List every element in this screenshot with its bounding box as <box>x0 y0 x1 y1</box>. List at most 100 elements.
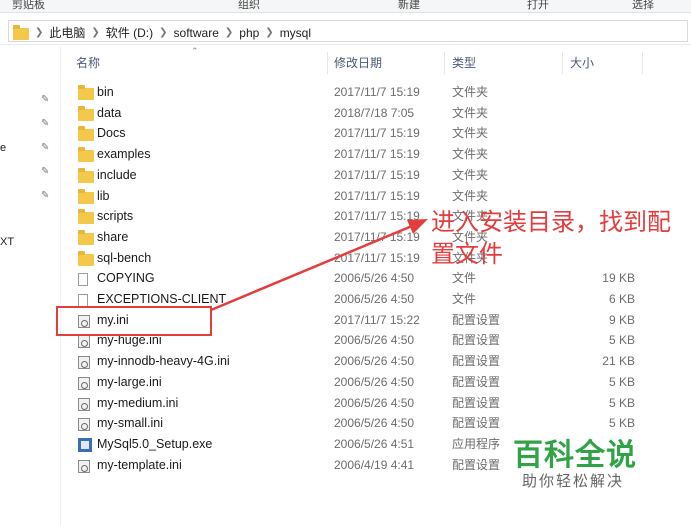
file-row[interactable]: include 2017/11/7 15:19 文件夹 <box>0 165 691 185</box>
ribbon-group-select[interactable]: 选择 <box>632 0 654 12</box>
file-name[interactable]: my-medium.ini <box>97 393 178 413</box>
breadcrumb-this-pc[interactable]: 此电脑 <box>49 24 85 41</box>
ribbon-group-new[interactable]: 新建 <box>398 0 420 12</box>
file-modified-date: 2017/11/7 15:19 <box>334 188 420 203</box>
sort-ascending-icon: ⌃ <box>191 46 199 56</box>
file-modified-date: 2017/11/7 15:19 <box>334 250 420 265</box>
file-modified-date: 2006/5/26 4:50 <box>334 416 415 431</box>
file-type: 文件夹 <box>452 85 489 99</box>
file-name[interactable]: my-small.ini <box>97 413 163 433</box>
file-type: 文件夹 <box>452 188 489 203</box>
breadcrumb-php[interactable]: php <box>239 26 259 40</box>
file-modified-date: 2006/5/26 4:50 <box>334 333 415 348</box>
file-type: 文件夹 <box>452 105 489 120</box>
breadcrumb-mysql[interactable]: mysql <box>280 26 311 40</box>
file-modified-date: 2006/5/26 4:50 <box>334 271 415 286</box>
file-row[interactable]: lib 2017/11/7 15:19 文件夹 <box>0 186 691 206</box>
file-size: 6 KB <box>608 292 635 306</box>
chevron-right-icon[interactable]: ❯ <box>265 27 273 38</box>
file-name[interactable]: my-innodb-heavy-4G.ini <box>97 351 230 371</box>
chevron-right-icon[interactable]: ❯ <box>91 27 99 38</box>
file-row[interactable]: bin 2017/11/7 15:19 文件夹 <box>0 82 691 102</box>
chevron-right-icon[interactable]: ❯ <box>225 27 233 38</box>
file-type: 配置设置 <box>452 354 501 369</box>
file-modified-date: 2018/7/18 7:05 <box>334 105 415 120</box>
file-type: 配置设置 <box>452 312 501 327</box>
file-name[interactable]: share <box>97 227 128 247</box>
column-header-type[interactable]: 类型 <box>452 50 476 76</box>
file-modified-date: 2006/4/19 4:41 <box>334 457 415 472</box>
file-row[interactable]: my-medium.ini 2006/5/26 4:50 配置设置 5 KB <box>0 393 691 413</box>
file-type: 应用程序 <box>452 436 501 451</box>
breadcrumb-drive-d[interactable]: 软件 (D:) <box>106 24 153 41</box>
file-type: 配置设置 <box>452 395 501 410</box>
file-modified-date: 2017/11/7 15:19 <box>334 147 420 162</box>
column-divider[interactable] <box>444 52 445 74</box>
annotation-text: 进入安装目录，找到配置文件 <box>431 208 671 268</box>
file-modified-date: 2006/5/26 4:50 <box>334 374 415 389</box>
file-type: 文件夹 <box>452 167 489 182</box>
column-divider[interactable] <box>327 52 328 74</box>
file-modified-date: 2017/11/7 15:19 <box>334 229 420 244</box>
breadcrumb: ❯ 此电脑 ❯ 软件 (D:) ❯ software ❯ php ❯ mysql <box>13 24 311 41</box>
file-size: 5 KB <box>608 333 635 348</box>
column-header-name[interactable]: 名称 <box>76 50 100 76</box>
address-bar: ❯ 此电脑 ❯ 软件 (D:) ❯ software ❯ php ❯ mysql <box>0 18 691 45</box>
file-row[interactable]: Docs 2017/11/7 15:19 文件夹 <box>0 123 691 143</box>
file-name[interactable]: COPYING <box>97 268 155 288</box>
file-row[interactable]: COPYING 2006/5/26 4:50 文件 19 KB <box>0 268 691 288</box>
file-size: 19 KB <box>602 271 635 286</box>
file-name[interactable]: lib <box>97 186 110 206</box>
column-divider[interactable] <box>642 52 643 74</box>
ribbon-group-clipboard[interactable]: 剪贴板 <box>12 0 45 12</box>
file-name[interactable]: sql-bench <box>97 248 151 268</box>
file-name[interactable]: scripts <box>97 206 133 226</box>
file-row[interactable]: my-innodb-heavy-4G.ini 2006/5/26 4:50 配置设置… <box>0 351 691 371</box>
file-name[interactable]: examples <box>97 144 151 164</box>
ribbon-bar: 剪贴板 组织 新建 打开 选择 <box>0 0 691 13</box>
chevron-right-icon[interactable]: ❯ <box>35 27 43 38</box>
file-modified-date: 2017/11/7 15:19 <box>334 209 420 224</box>
file-modified-date: 2006/5/26 4:50 <box>334 395 415 410</box>
file-size: 5 KB <box>608 374 635 389</box>
file-type: 配置设置 <box>452 374 501 389</box>
file-name[interactable]: my-large.ini <box>97 372 162 392</box>
file-type: 配置设置 <box>452 416 501 431</box>
address-field[interactable]: ❯ 此电脑 ❯ 软件 (D:) ❯ software ❯ php ❯ mysql <box>8 20 688 42</box>
chevron-right-icon[interactable]: ❯ <box>159 27 167 38</box>
file-modified-date: 2017/11/7 15:22 <box>334 312 420 327</box>
watermark-slogan: 助你轻松解决 <box>522 472 625 490</box>
column-header-size[interactable]: 大小 <box>570 50 594 76</box>
file-row[interactable]: data 2018/7/18 7:05 文件夹 <box>0 103 691 123</box>
file-modified-date: 2006/5/26 4:50 <box>334 354 415 369</box>
file-name[interactable]: bin <box>97 82 114 102</box>
column-divider[interactable] <box>562 52 563 74</box>
highlight-box <box>56 306 212 336</box>
file-size: 5 KB <box>608 395 635 410</box>
file-modified-date: 2017/11/7 15:19 <box>334 167 420 182</box>
file-modified-date: 2006/5/26 4:51 <box>334 436 415 451</box>
file-modified-date: 2017/11/7 15:19 <box>334 126 420 141</box>
file-type: 文件 <box>452 271 477 286</box>
column-header-date[interactable]: 修改日期 <box>334 50 382 76</box>
file-modified-date: 2017/11/7 15:19 <box>334 85 420 99</box>
ribbon-group-open[interactable]: 打开 <box>527 0 549 12</box>
file-row[interactable]: my-large.ini 2006/5/26 4:50 配置设置 5 KB <box>0 372 691 392</box>
file-size: 9 KB <box>608 312 635 327</box>
breadcrumb-software[interactable]: software <box>174 26 219 40</box>
file-name[interactable]: data <box>97 103 121 123</box>
file-type: 配置设置 <box>452 457 501 472</box>
watermark-logo-text: 百科全说 <box>513 438 637 473</box>
file-name[interactable]: include <box>97 165 137 185</box>
settings-file-icon <box>78 459 90 479</box>
file-name[interactable]: my-template.ini <box>97 455 182 475</box>
file-name[interactable]: Docs <box>97 123 125 143</box>
file-name[interactable]: MySql5.0_Setup.exe <box>97 434 212 454</box>
file-modified-date: 2006/5/26 4:50 <box>334 292 415 306</box>
file-type: 文件 <box>452 292 477 306</box>
file-type: 文件夹 <box>452 126 489 141</box>
ribbon-group-organize[interactable]: 组织 <box>238 0 260 12</box>
file-row[interactable]: examples 2017/11/7 15:19 文件夹 <box>0 144 691 164</box>
file-type: 配置设置 <box>452 333 501 348</box>
file-type: 文件夹 <box>452 147 489 162</box>
